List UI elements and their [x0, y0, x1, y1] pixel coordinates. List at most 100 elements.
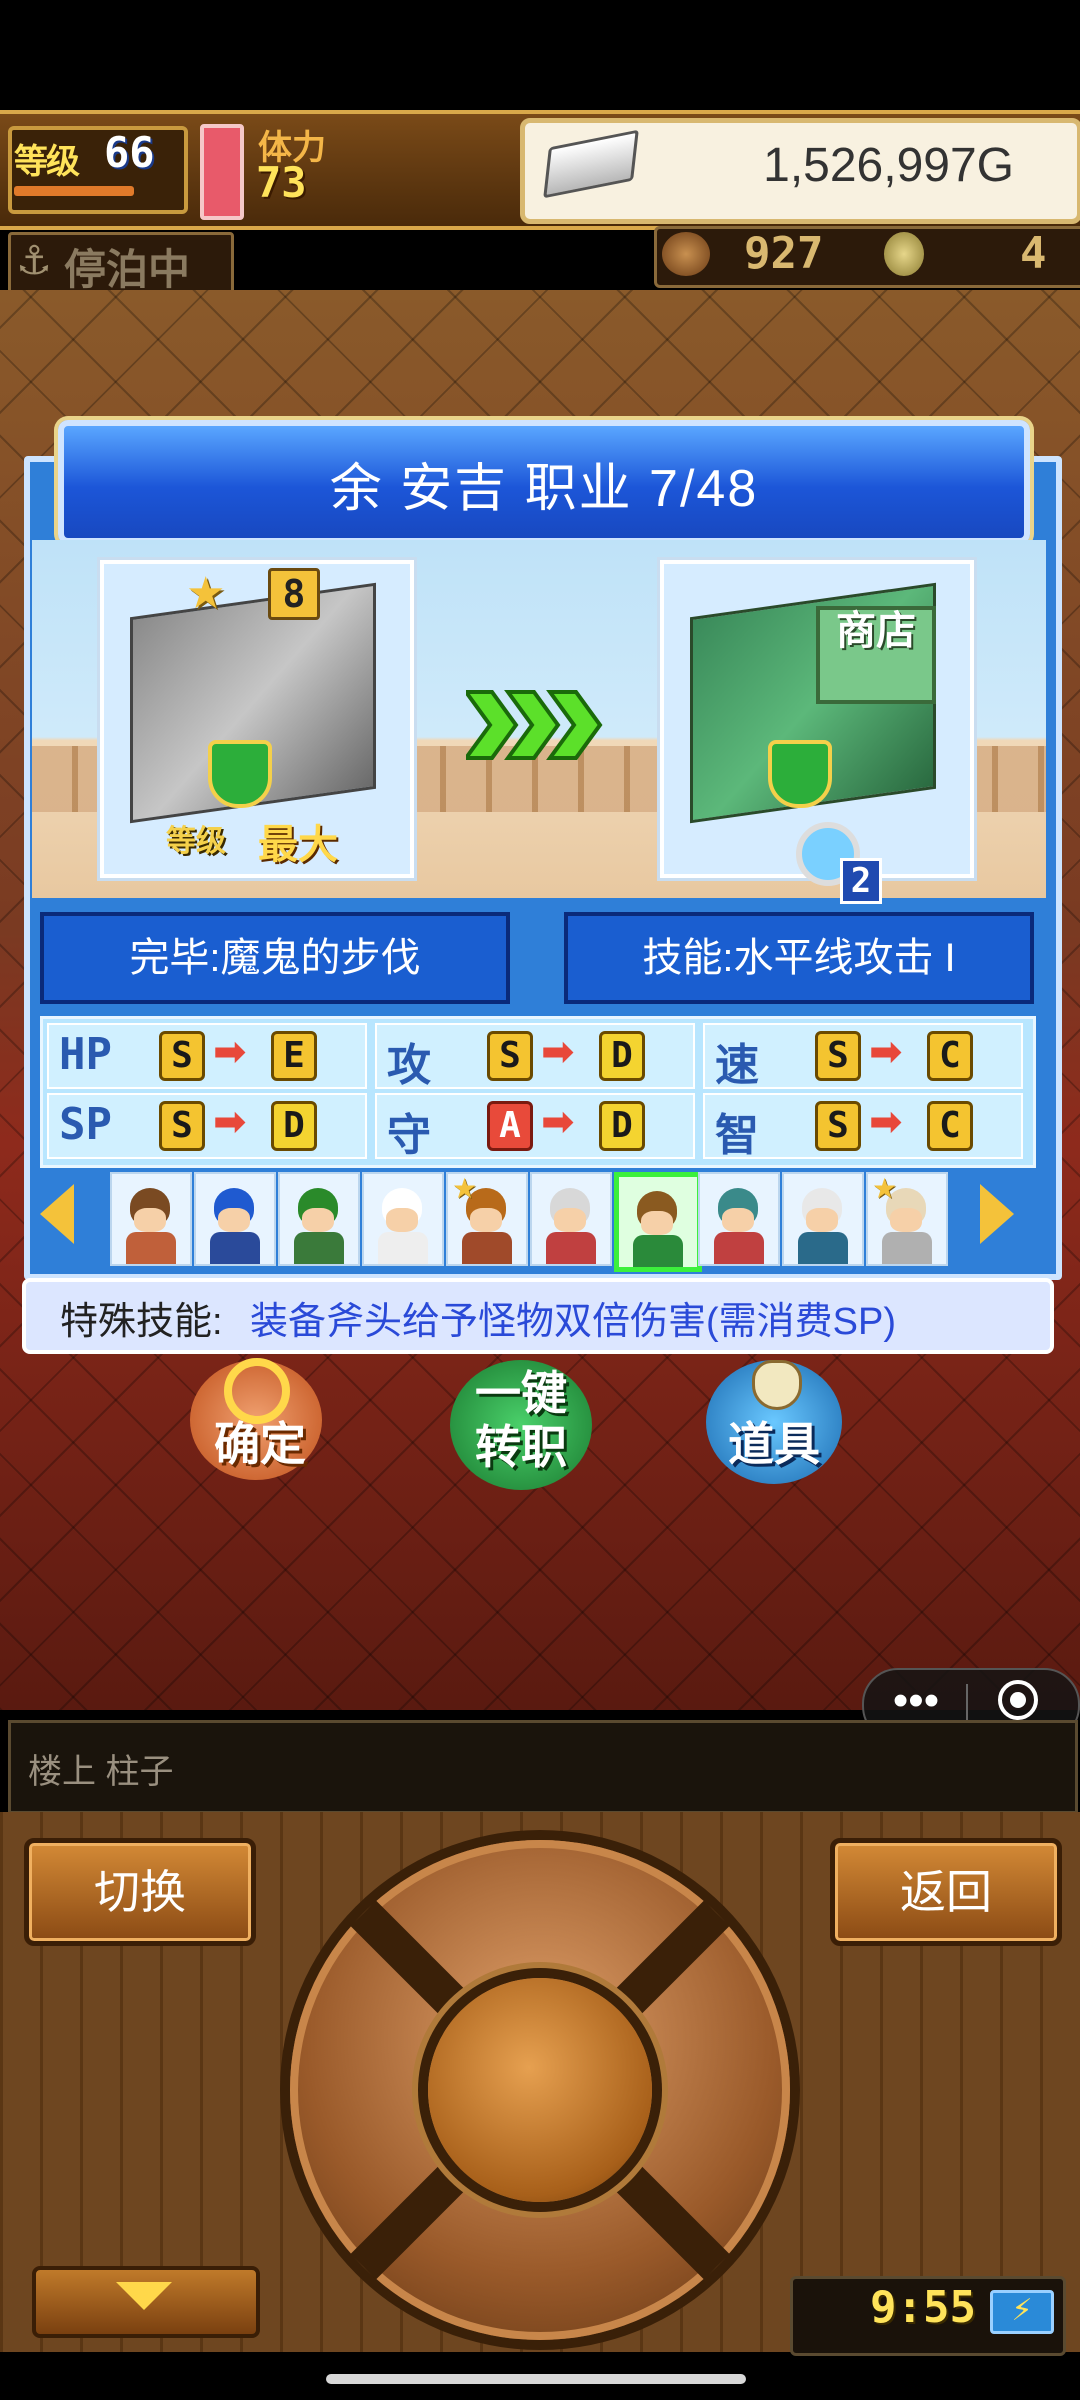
stat-grade-to: C	[927, 1101, 973, 1151]
stat-label: HP	[59, 1029, 112, 1080]
stamina-value: 73	[256, 158, 307, 207]
arrow-right-icon: ➡	[869, 1100, 903, 1144]
stats-grid: HP S ➡ E 攻 S ➡ D 速 S ➡ C SP S ➡ D 守 A ➡ D 智 S ➡ C	[40, 1016, 1036, 1168]
medal-icon	[884, 232, 924, 276]
switch-label-line1: 一键	[475, 1366, 567, 1420]
star-count-badge: 8	[268, 568, 320, 620]
stat-grade-to: D	[271, 1101, 317, 1151]
character-face	[722, 1208, 754, 1232]
level-value: 66	[104, 128, 155, 177]
health-bar	[200, 124, 244, 220]
stat-grade-to: D	[599, 1101, 645, 1151]
character-slot[interactable]	[362, 1172, 444, 1266]
star-icon: ★	[452, 1173, 478, 1204]
message-text: 楼上 柱子	[28, 1753, 174, 1791]
special-skill-label: 特殊技能:	[60, 1301, 223, 1343]
character-body	[462, 1232, 512, 1264]
back-button[interactable]: 返回	[830, 1838, 1062, 1946]
character-body	[882, 1232, 932, 1264]
stat-grade-from: S	[487, 1031, 533, 1081]
stat-label: 守	[387, 1110, 431, 1161]
stat-2: 攻 S ➡ D	[375, 1023, 695, 1091]
stat-grade-from: A	[487, 1101, 533, 1151]
battery-icon: ⚡	[990, 2290, 1054, 2334]
one-click-job-change-label: 一键 转职	[450, 1366, 592, 1474]
stat-grade-to: C	[927, 1031, 973, 1081]
arrow-right-icon: ➡	[213, 1030, 247, 1074]
character-body	[633, 1235, 683, 1267]
character-face	[470, 1208, 502, 1232]
stat-grade-from: S	[159, 1031, 205, 1081]
character-body	[714, 1232, 764, 1264]
character-slot[interactable]: ★	[446, 1172, 528, 1266]
stat-label: SP	[59, 1099, 112, 1150]
stat-4: SP S ➡ D	[47, 1093, 367, 1159]
stat-5: 守 A ➡ D	[375, 1093, 695, 1161]
character-face	[890, 1208, 922, 1232]
arrow-right-icon: ➡	[869, 1030, 903, 1074]
character-selector: ★ ★	[40, 1172, 1040, 1272]
items-label: 道具	[728, 1417, 820, 1471]
character-face	[134, 1208, 166, 1232]
more-options-icon[interactable]: •••	[886, 1676, 946, 1726]
character-slot[interactable]	[110, 1172, 192, 1266]
coin-icon	[662, 232, 710, 276]
character-slot[interactable]: ★	[866, 1172, 948, 1266]
arrow-right-icon: ➡	[541, 1100, 575, 1144]
close-miniprogram-dot	[1010, 1692, 1026, 1708]
character-face	[641, 1211, 673, 1235]
stat-6: 智 S ➡ C	[703, 1093, 1023, 1161]
shop-sign: 商店	[816, 606, 936, 704]
home-indicator[interactable]	[326, 2374, 746, 2384]
character-slot[interactable]	[698, 1172, 780, 1266]
stat-grade-to: E	[271, 1031, 317, 1081]
job-max-tag: 最大	[258, 822, 338, 868]
switch-label-line2: 转职	[475, 1420, 567, 1474]
dock-status-text: 停泊中	[64, 245, 191, 294]
completed-job-info: 完毕:魔鬼的步伐	[40, 912, 510, 1004]
stat-label: 速	[715, 1040, 759, 1091]
character-body	[378, 1232, 428, 1264]
capsule-divider	[966, 1684, 968, 1724]
clock-time: 9:55	[870, 2282, 976, 2333]
character-face	[554, 1208, 586, 1232]
character-slot[interactable]	[782, 1172, 864, 1266]
character-slot[interactable]	[278, 1172, 360, 1266]
character-face	[218, 1208, 250, 1232]
character-face	[806, 1208, 838, 1232]
character-body	[798, 1232, 848, 1264]
stat-1: HP S ➡ E	[47, 1023, 367, 1089]
level-label: 等级	[14, 142, 80, 182]
dialog-title: 余 安吉 职业 7/48	[329, 460, 759, 518]
gold-amount: 1,526,997G	[763, 139, 1014, 192]
character-face	[386, 1208, 418, 1232]
switch-button[interactable]: 切换	[24, 1838, 256, 1946]
magnifier-badge: 2	[840, 858, 882, 904]
triple-arrow-icon	[466, 690, 603, 760]
anchor-icon: ⚓	[16, 239, 52, 283]
stat-grade-from: S	[815, 1101, 861, 1151]
stat-label: 智	[715, 1110, 759, 1161]
character-slot[interactable]	[194, 1172, 276, 1266]
shield-icon	[208, 740, 272, 808]
resource-panel	[654, 226, 1080, 288]
star-icon: ★	[872, 1173, 898, 1204]
character-face	[302, 1208, 334, 1232]
character-body	[546, 1232, 596, 1264]
skill-info: 技能:水平线攻击 I	[564, 912, 1034, 1004]
resource-2-value: 4	[1020, 228, 1047, 279]
stat-grade-to: D	[599, 1031, 645, 1081]
shield-icon	[768, 740, 832, 808]
dpad-center-button[interactable]	[428, 1978, 652, 2202]
character-body	[294, 1232, 344, 1264]
character-slot[interactable]	[614, 1172, 702, 1272]
stat-grade-from: S	[815, 1031, 861, 1081]
resource-1-value: 927	[744, 228, 824, 279]
stat-label: 攻	[387, 1040, 431, 1091]
stat-grade-from: S	[159, 1101, 205, 1151]
character-slot[interactable]	[530, 1172, 612, 1266]
special-skill-text: 装备斧头给予怪物双倍伤害(需消费SP)	[250, 1301, 897, 1343]
confirm-label: 确定	[214, 1417, 306, 1471]
star-icon: ★	[186, 569, 226, 618]
stat-3: 速 S ➡ C	[703, 1023, 1023, 1091]
